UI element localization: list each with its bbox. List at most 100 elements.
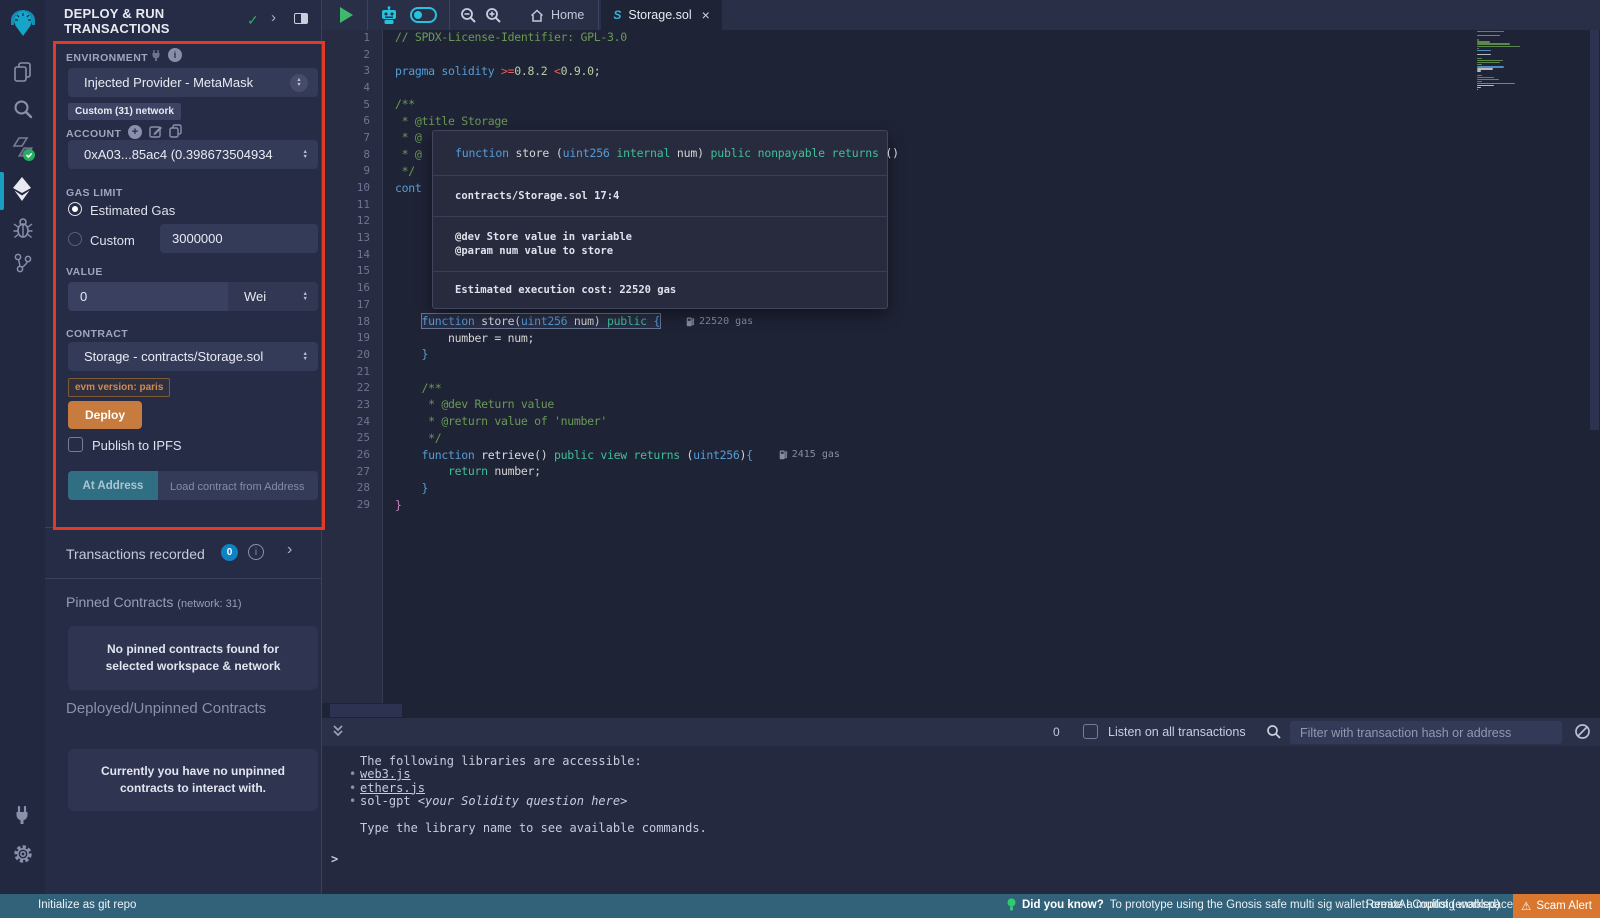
lightbulb-icon [1007, 898, 1016, 912]
terminal-filter-input[interactable] [1290, 721, 1562, 744]
split-view-icon[interactable] [294, 13, 308, 24]
terminal-line: Type the library name to see available c… [322, 821, 1600, 834]
code-line[interactable]: 28 } [322, 480, 1600, 497]
code-line[interactable]: 19 number = num; [322, 329, 1600, 346]
pinned-contracts-title: Pinned Contracts (network: 31) [66, 594, 242, 610]
estimated-gas-radio[interactable] [68, 202, 82, 216]
code-line[interactable]: 26 function retrieve() public view retur… [322, 446, 1600, 463]
code-line[interactable]: 5/** [322, 96, 1600, 113]
at-address-button[interactable]: At Address [68, 471, 158, 500]
terminal-toolbar: 0 Listen on all transactions [322, 718, 1600, 746]
select-arrows-icon: ▲▼ [303, 150, 308, 160]
environment-info-icon[interactable]: i [168, 48, 182, 62]
transactions-count-badge: 0 [221, 544, 238, 561]
contract-select[interactable]: Storage - contracts/Storage.sol ▲▼ [68, 342, 318, 371]
code-line[interactable]: 3pragma solidity >=0.8.2 <0.9.0; [322, 62, 1600, 79]
line-number: 3 [322, 64, 383, 77]
run-script-play-icon[interactable] [340, 7, 353, 23]
line-number: 29 [322, 498, 383, 511]
code-line[interactable]: 24 * @return value of 'number' [322, 413, 1600, 430]
terminal-search-icon[interactable] [1266, 724, 1282, 740]
at-address-input[interactable] [158, 471, 318, 500]
line-number: 8 [322, 148, 383, 161]
publish-ipfs-label: Publish to IPFS [92, 438, 182, 453]
scam-alert-button[interactable]: ⚠ Scam Alert [1513, 894, 1600, 918]
pin-panel-chevron-icon[interactable]: › [271, 9, 276, 26]
zoom-in-icon[interactable] [485, 7, 502, 24]
account-select[interactable]: 0xA03...85ac4 (0.398673504934 ▲▼ [68, 140, 318, 169]
code-line[interactable]: 21 [322, 363, 1600, 380]
value-input[interactable] [68, 282, 228, 311]
zoom-out-icon[interactable] [460, 7, 477, 24]
publish-ipfs-checkbox[interactable] [68, 437, 83, 452]
file-explorer-icon[interactable] [0, 60, 45, 84]
remix-logo[interactable] [0, 7, 45, 39]
network-badge: Custom (31) network [68, 103, 181, 120]
line-number: 2 [322, 48, 383, 61]
line-number: 23 [322, 398, 383, 411]
copy-account-icon[interactable] [169, 124, 182, 138]
search-icon[interactable] [0, 98, 45, 120]
terminal-expand-chevrons-icon[interactable] [331, 723, 345, 739]
code-line[interactable]: 6 * @title Storage [322, 112, 1600, 129]
contract-label: CONTRACT [66, 328, 128, 340]
plug-icon[interactable] [150, 49, 162, 62]
debugger-icon[interactable] [0, 216, 45, 240]
line-number: 5 [322, 98, 383, 111]
environment-select[interactable]: Injected Provider - MetaMask ▲▼ [68, 68, 318, 97]
code-line[interactable]: 4 [322, 79, 1600, 96]
transactions-recorded-label: Transactions recorded [66, 546, 205, 562]
listen-transactions-checkbox[interactable] [1083, 724, 1098, 739]
editor-minimap[interactable] [1477, 31, 1539, 91]
listen-transactions-label: Listen on all transactions [1108, 725, 1246, 739]
git-icon[interactable] [0, 252, 45, 274]
code-line[interactable]: 2 [322, 46, 1600, 63]
line-number: 7 [322, 131, 383, 144]
line-number: 27 [322, 465, 383, 478]
code-line[interactable]: 23 * @dev Return value [322, 396, 1600, 413]
settings-gear-icon[interactable] [0, 843, 45, 865]
code-line[interactable]: 20 } [322, 346, 1600, 363]
compile-success-check-icon: ✓ [247, 12, 259, 29]
code-line[interactable]: 18 function store(uint256 num) public {2… [322, 313, 1600, 330]
line-number: 21 [322, 365, 383, 378]
solidity-compiler-icon[interactable] [0, 136, 45, 162]
editor-vertical-scrollbar[interactable] [1590, 30, 1599, 430]
terminal-prompt[interactable]: > [331, 852, 338, 866]
ai-copilot-robot-icon[interactable] [379, 6, 399, 25]
line-number: 1 [322, 31, 383, 44]
sign-message-edit-icon[interactable] [149, 124, 163, 138]
code-line[interactable]: 25 */ [322, 430, 1600, 447]
warning-icon: ⚠ [1521, 899, 1531, 913]
transactions-expand-chevron-icon[interactable]: › [287, 541, 292, 559]
tab-storage-sol[interactable]: S Storage.sol × [601, 0, 721, 30]
line-number: 19 [322, 331, 383, 344]
terminal-line [322, 808, 1600, 821]
library-link[interactable]: web3.js [360, 767, 411, 781]
custom-gas-radio[interactable] [68, 232, 82, 246]
deploy-button[interactable]: Deploy [68, 401, 142, 429]
value-unit-select[interactable]: Wei ▲▼ [228, 282, 318, 311]
code-line[interactable]: 27 return number; [322, 463, 1600, 480]
clear-console-icon[interactable] [1574, 723, 1591, 740]
deploy-run-icon[interactable] [0, 176, 45, 202]
line-number: 10 [322, 181, 383, 194]
code-line[interactable]: 29} [322, 496, 1600, 513]
code-line[interactable]: 1// SPDX-License-Identifier: GPL-3.0 [322, 29, 1600, 46]
create-account-plus-icon[interactable]: + [128, 125, 142, 139]
custom-gas-input[interactable] [160, 224, 318, 253]
terminal-line: •web3.js [322, 767, 1600, 780]
line-number: 16 [322, 281, 383, 294]
git-init-status[interactable]: Initialize as git repo [38, 899, 136, 911]
plugin-manager-icon[interactable] [0, 803, 45, 827]
tab-home[interactable]: Home [518, 0, 596, 30]
ai-copilot-toggle[interactable] [410, 7, 437, 23]
code-line[interactable]: 22 /** [322, 379, 1600, 396]
copilot-status[interactable]: RemixAI Copilot (enabled) [1366, 899, 1500, 911]
close-tab-icon[interactable]: × [702, 7, 710, 23]
select-arrows-icon: ▲▼ [303, 352, 308, 362]
value-label: VALUE [66, 266, 103, 278]
library-link[interactable]: ethers.js [360, 781, 425, 795]
transactions-info-icon[interactable]: i [248, 544, 264, 560]
editor-horizontal-scrollbar[interactable] [330, 704, 402, 717]
